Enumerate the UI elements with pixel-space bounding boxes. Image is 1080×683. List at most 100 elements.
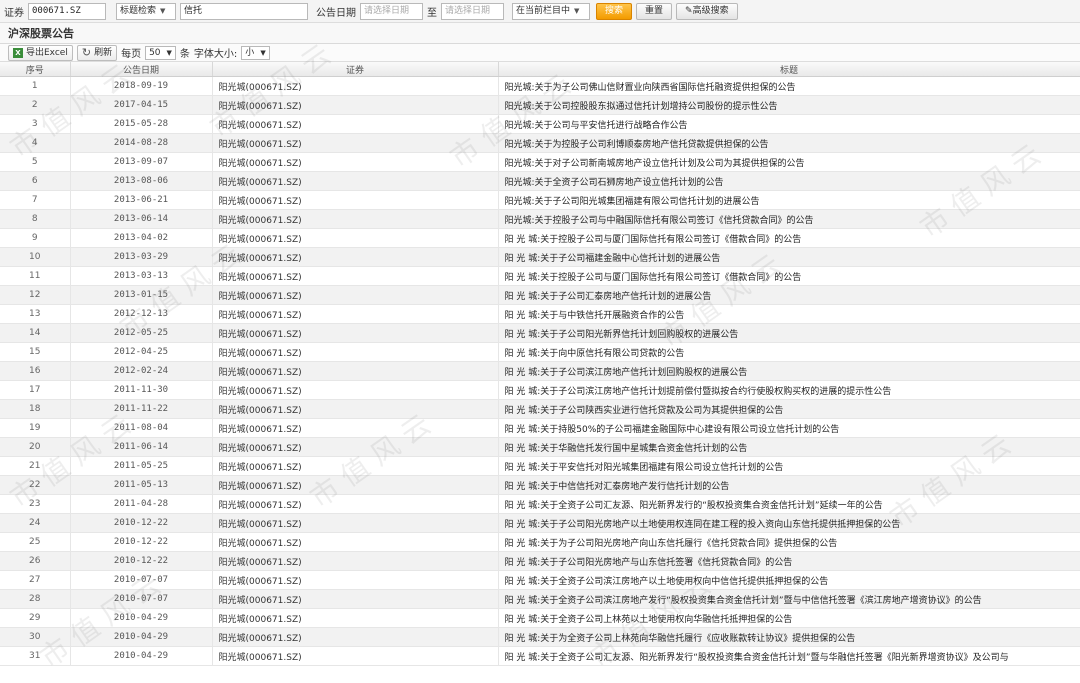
per-page-select[interactable]: 50 ▼	[145, 45, 176, 60]
row-security: 阳光城(000671.SZ)	[212, 513, 499, 533]
table-header-row: 序号 公告日期 证券 标题	[0, 62, 1080, 77]
row-title[interactable]: 阳 光 城:关于为全资子公司上林苑向华融信托履行《应收账款转让协议》提供担保的公…	[498, 627, 1080, 647]
row-title[interactable]: 阳 光 城:关于子公司福建金融中心信托计划的进展公告	[498, 247, 1080, 267]
row-title[interactable]: 阳 光 城:关于持股50%的子公司福建金融国际中心建设有限公司设立信托计划的公告	[498, 418, 1080, 438]
table-row[interactable]: 21 2011-05-25 阳光城(000671.SZ) 阳 光 城:关于平安信托对阳…	[0, 456, 1080, 476]
row-date: 2012-12-13	[70, 304, 213, 324]
row-title[interactable]: 阳 光 城:关于全资子公司汇友源、阳光新界发行的“股权投资集合资金信托计划”延续…	[498, 494, 1080, 514]
column-header-security[interactable]: 证券	[212, 62, 499, 77]
table-row[interactable]: 11 2013-03-13 阳光城(000671.SZ) 阳 光 城:关于控股子公司与…	[0, 266, 1080, 286]
row-title[interactable]: 阳 光 城:关于平安信托对阳光城集团福建有限公司设立信托计划的公告	[498, 456, 1080, 476]
table-row[interactable]: 17 2011-11-30 阳光城(000671.SZ) 阳 光 城:关于子公司滨江房…	[0, 380, 1080, 400]
row-security: 阳光城(000671.SZ)	[212, 532, 499, 552]
table-row[interactable]: 18 2011-11-22 阳光城(000671.SZ) 阳 光 城:关于子公司陕西实…	[0, 399, 1080, 419]
table-row[interactable]: 13 2012-12-13 阳光城(000671.SZ) 阳 光 城:关于与中铁信托开…	[0, 304, 1080, 324]
refresh-button[interactable]: ↻ 刷新	[76, 44, 118, 61]
table-row[interactable]: 24 2010-12-22 阳光城(000671.SZ) 阳 光 城:关于子公司阳光房…	[0, 513, 1080, 533]
table-row[interactable]: 9 2013-04-02 阳光城(000671.SZ) 阳 光 城:关于控股子公司与厦…	[0, 228, 1080, 248]
search-type-select[interactable]: 标题检索 ▼	[116, 2, 176, 20]
table-row[interactable]: 28 2010-07-07 阳光城(000671.SZ) 阳 光 城:关于全资子公司滨…	[0, 589, 1080, 609]
row-title[interactable]: 阳 光 城:关于全资子公司上林苑以土地使用权向华融信托抵押担保的公告	[498, 608, 1080, 628]
table-row[interactable]: 20 2011-06-14 阳光城(000671.SZ) 阳 光 城:关于华融信托发行…	[0, 437, 1080, 457]
table-row[interactable]: 5 2013-09-07 阳光城(000671.SZ) 阳光城:关于对子公司新南城房地…	[0, 152, 1080, 172]
row-title[interactable]: 阳光城:关于为子公司佛山信财置业向陕西省国际信托融资提供担保的公告	[498, 76, 1080, 96]
row-index: 18	[0, 399, 71, 419]
row-date: 2011-05-13	[70, 475, 213, 495]
security-input[interactable]: 000671.SZ	[28, 2, 106, 20]
table-row[interactable]: 29 2010-04-29 阳光城(000671.SZ) 阳 光 城:关于全资子公司上…	[0, 608, 1080, 628]
row-date: 2010-04-29	[70, 608, 213, 628]
row-title[interactable]: 阳 光 城:关于全资子公司汇友源、阳光新界发行“股权投资集合资金信托计划”暨与华…	[498, 646, 1080, 666]
row-title[interactable]: 阳 光 城:关于华融信托发行国中星城集合资金信托计划的公告	[498, 437, 1080, 457]
row-title[interactable]: 阳 光 城:关于子公司滨江房地产信托计划回购股权的进展公告	[498, 361, 1080, 381]
row-title[interactable]: 阳 光 城:关于中信信托对汇泰房地产发行信托计划的公告	[498, 475, 1080, 495]
row-title[interactable]: 阳光城:关于子公司阳光城集团福建有限公司信托计划的进展公告	[498, 190, 1080, 210]
scope-select[interactable]: 在当前栏目中 ▼	[512, 2, 590, 20]
row-title[interactable]: 阳 光 城:关于全资子公司滨江房地产以土地使用权向中信信托提供抵押担保的公告	[498, 570, 1080, 590]
row-title[interactable]: 阳 光 城:关于控股子公司与厦门国际信托有限公司签订《借款合同》的公告	[498, 266, 1080, 286]
column-header-title[interactable]: 标题	[498, 62, 1080, 77]
table-row[interactable]: 19 2011-08-04 阳光城(000671.SZ) 阳 光 城:关于持股50%的…	[0, 418, 1080, 438]
column-header-index[interactable]: 序号	[0, 62, 71, 77]
date-to-input[interactable]: 请选择日期	[441, 2, 504, 20]
row-title[interactable]: 阳 光 城:关于子公司阳光新界信托计划回购股权的进展公告	[498, 323, 1080, 343]
table-row[interactable]: 12 2013-01-15 阳光城(000671.SZ) 阳 光 城:关于子公司汇泰房…	[0, 285, 1080, 305]
column-header-date[interactable]: 公告日期	[70, 62, 213, 77]
table-row[interactable]: 8 2013-06-14 阳光城(000671.SZ) 阳光城:关于控股子公司与中融国…	[0, 209, 1080, 229]
table-row[interactable]: 7 2013-06-21 阳光城(000671.SZ) 阳光城:关于子公司阳光城集团福…	[0, 190, 1080, 210]
row-title[interactable]: 阳 光 城:关于全资子公司滨江房地产发行“股权投资集合资金信托计划”暨与中信信托…	[498, 589, 1080, 609]
table-row[interactable]: 25 2010-12-22 阳光城(000671.SZ) 阳 光 城:关于为子公司阳光…	[0, 532, 1080, 552]
row-title[interactable]: 阳 光 城:关于与中铁信托开展融资合作的公告	[498, 304, 1080, 324]
row-title[interactable]: 阳 光 城:关于子公司滨江房地产信托计划提前偿付暨拟按合约行使股权购买权的进展的…	[498, 380, 1080, 400]
row-title[interactable]: 阳 光 城:关于子公司阳光房地产与山东信托签署《信托贷款合同》的公告	[498, 551, 1080, 571]
font-size-select[interactable]: 小 ▼	[241, 45, 270, 60]
row-title[interactable]: 阳 光 城:关于控股子公司与厦门国际信托有限公司签订《借款合同》的公告	[498, 228, 1080, 248]
row-date: 2013-01-15	[70, 285, 213, 305]
row-security: 阳光城(000671.SZ)	[212, 209, 499, 229]
row-title[interactable]: 阳光城:关于对子公司新南城房地产设立信托计划及公司为其提供担保的公告	[498, 152, 1080, 172]
row-title[interactable]: 阳光城:关于公司与平安信托进行战略合作公告	[498, 114, 1080, 134]
table-row[interactable]: 27 2010-07-07 阳光城(000671.SZ) 阳 光 城:关于全资子公司滨…	[0, 570, 1080, 590]
row-index: 6	[0, 171, 71, 191]
table-row[interactable]: 16 2012-02-24 阳光城(000671.SZ) 阳 光 城:关于子公司滨江房…	[0, 361, 1080, 381]
table-row[interactable]: 2 2017-04-15 阳光城(000671.SZ) 阳光城:关于公司控股股东拟通过…	[0, 95, 1080, 115]
row-title[interactable]: 阳光城:关于全资子公司石狮房地产设立信托计划的公告	[498, 171, 1080, 191]
row-security: 阳光城(000671.SZ)	[212, 589, 499, 609]
table-row[interactable]: 4 2014-08-28 阳光城(000671.SZ) 阳光城:关于为控股子公司利博顺…	[0, 133, 1080, 153]
row-security: 阳光城(000671.SZ)	[212, 228, 499, 248]
row-title[interactable]: 阳 光 城:关于子公司陕西实业进行信托贷款及公司为其提供担保的公告	[498, 399, 1080, 419]
export-excel-button[interactable]: X 导出Excel	[8, 44, 73, 61]
row-date: 2010-07-07	[70, 570, 213, 590]
row-title[interactable]: 阳光城:关于控股子公司与中融国际信托有限公司签订《信托贷款合同》的公告	[498, 209, 1080, 229]
table-row[interactable]: 30 2010-04-29 阳光城(000671.SZ) 阳 光 城:关于为全资子公司…	[0, 627, 1080, 647]
search-button[interactable]: 搜索	[596, 2, 633, 20]
row-security: 阳光城(000671.SZ)	[212, 380, 499, 400]
table-row[interactable]: 14 2012-05-25 阳光城(000671.SZ) 阳 光 城:关于子公司阳光新…	[0, 323, 1080, 343]
table-row[interactable]: 31 2010-04-29 阳光城(000671.SZ) 阳 光 城:关于全资子公司汇…	[0, 646, 1080, 666]
row-title[interactable]: 阳 光 城:关于子公司汇泰房地产信托计划的进展公告	[498, 285, 1080, 305]
table-row[interactable]: 23 2011-04-28 阳光城(000671.SZ) 阳 光 城:关于全资子公司汇…	[0, 494, 1080, 514]
row-date: 2013-09-07	[70, 152, 213, 172]
to-label: 至	[427, 7, 437, 19]
row-title[interactable]: 阳 光 城:关于为子公司阳光房地产向山东信托履行《信托贷款合同》提供担保的公告	[498, 532, 1080, 552]
row-security: 阳光城(000671.SZ)	[212, 399, 499, 419]
table-row[interactable]: 15 2012-04-25 阳光城(000671.SZ) 阳 光 城:关于向中原信托有…	[0, 342, 1080, 362]
row-title[interactable]: 阳 光 城:关于子公司阳光房地产以土地使用权连同在建工程的投入资向山东信托提供抵…	[498, 513, 1080, 533]
table-row[interactable]: 3 2015-05-28 阳光城(000671.SZ) 阳光城:关于公司与平安信托进行…	[0, 114, 1080, 134]
row-title[interactable]: 阳光城:关于为控股子公司利博顺泰房地产信托贷款提供担保的公告	[498, 133, 1080, 153]
keyword-input[interactable]: 信托	[180, 2, 308, 20]
row-title[interactable]: 阳 光 城:关于向中原信托有限公司贷款的公告	[498, 342, 1080, 362]
table-row[interactable]: 6 2013-08-06 阳光城(000671.SZ) 阳光城:关于全资子公司石狮房地…	[0, 171, 1080, 191]
reset-button[interactable]: 重置	[636, 2, 673, 20]
table-row[interactable]: 1 2018-09-19 阳光城(000671.SZ) 阳光城:关于为子公司佛山信财置…	[0, 76, 1080, 96]
advanced-search-button[interactable]: ✎高级搜索	[676, 2, 738, 20]
table-row[interactable]: 10 2013-03-29 阳光城(000671.SZ) 阳 光 城:关于子公司福建金…	[0, 247, 1080, 267]
row-date: 2010-12-22	[70, 513, 213, 533]
table-row[interactable]: 22 2011-05-13 阳光城(000671.SZ) 阳 光 城:关于中信信托对汇…	[0, 475, 1080, 495]
row-date: 2010-07-07	[70, 589, 213, 609]
date-from-input[interactable]: 请选择日期	[360, 2, 423, 20]
row-date: 2013-03-29	[70, 247, 213, 267]
table-row[interactable]: 26 2010-12-22 阳光城(000671.SZ) 阳 光 城:关于子公司阳光房…	[0, 551, 1080, 571]
row-title[interactable]: 阳光城:关于公司控股股东拟通过信托计划增持公司股份的提示性公告	[498, 95, 1080, 115]
row-index: 7	[0, 190, 71, 210]
